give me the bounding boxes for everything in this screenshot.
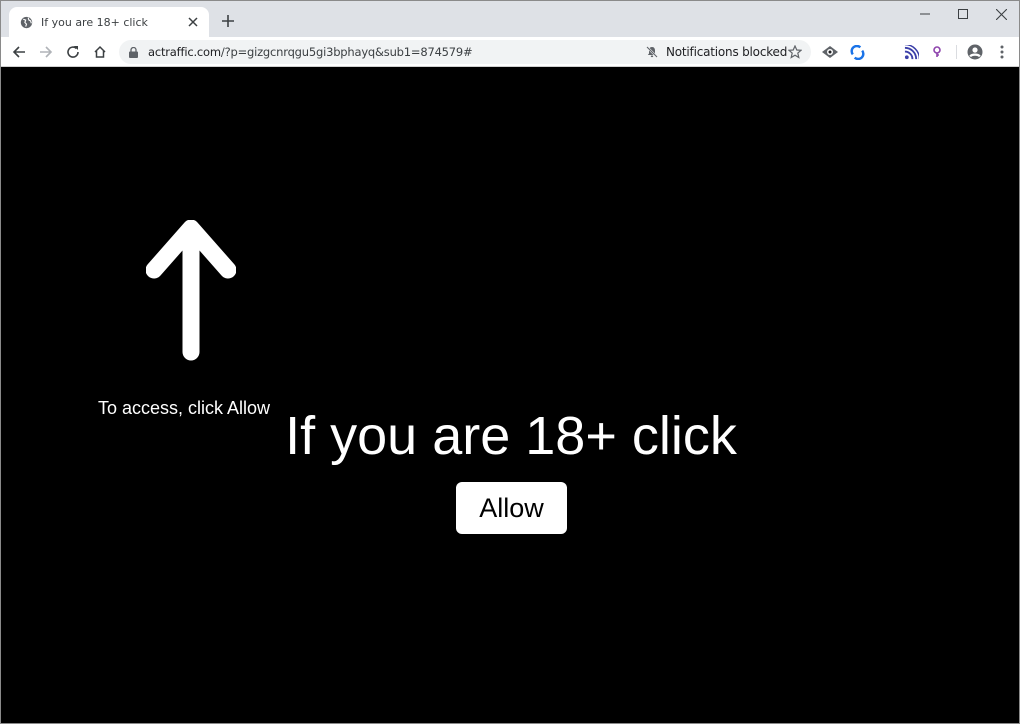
bell-off-icon [646,46,658,58]
maximize-icon [958,9,968,19]
notifications-blocked-chip[interactable]: Notifications blocked [646,40,787,64]
profile-button[interactable] [966,43,984,61]
reload-icon [67,46,79,58]
browser-tab[interactable]: If you are 18+ click [9,7,209,37]
browser-window: If you are 18+ click actraffic.com/?p=gi… [0,0,1020,724]
forward-button[interactable] [35,41,57,63]
toolbar-separator [956,45,957,59]
home-icon [94,45,106,58]
window-close-button[interactable] [982,1,1020,27]
rss-extension-button[interactable] [902,43,920,61]
sync-extension-icon [849,44,865,60]
back-arrow-icon [12,46,25,58]
up-arrow-icon [146,220,236,361]
globe-icon [19,15,33,29]
maximize-button[interactable] [944,1,982,27]
account-circle-icon [967,44,983,60]
browser-menu-button[interactable] [993,43,1011,61]
lock-icon[interactable] [129,46,139,58]
page-content: To access, click Allow If you are 18+ cl… [1,68,1019,723]
url-host: actraffic.com [148,45,221,59]
bookmark-star-button[interactable] [787,44,803,60]
home-button[interactable] [89,41,111,63]
title-bar: If you are 18+ click [1,1,1019,37]
tab-title: If you are 18+ click [41,15,148,29]
close-icon [188,17,198,27]
url-text[interactable]: actraffic.com/?p=gizgcnrqgu5gi3bphayq&su… [148,45,473,59]
back-button[interactable] [8,41,30,63]
allow-button[interactable]: Allow [456,482,567,534]
forward-arrow-icon [40,46,53,58]
notifications-blocked-label: Notifications blocked [666,45,788,59]
tab-close-button[interactable] [185,14,201,30]
close-icon [995,8,1007,20]
eye-extension-button[interactable] [821,43,839,61]
search-extension-icon [933,46,941,57]
search-extension-button[interactable] [929,43,947,61]
plus-icon [222,15,234,27]
address-bar[interactable]: actraffic.com/?p=gizgcnrqgu5gi3bphayq&su… [119,40,811,64]
url-path: /?p=gizgcnrqgu5gi3bphayq&sub1=874579# [220,45,473,59]
star-icon [788,45,802,59]
eye-extension-icon [822,46,838,58]
new-tab-button[interactable] [219,12,237,30]
sync-extension-button[interactable] [848,43,866,61]
minimize-icon [920,13,930,15]
reload-button[interactable] [62,41,84,63]
more-vert-icon [1000,45,1004,59]
rss-extension-icon [904,44,919,59]
minimize-button[interactable] [906,1,944,27]
age-headline: If you are 18+ click [285,406,737,466]
browser-toolbar: actraffic.com/?p=gizgcnrqgu5gi3bphayq&su… [1,37,1019,67]
